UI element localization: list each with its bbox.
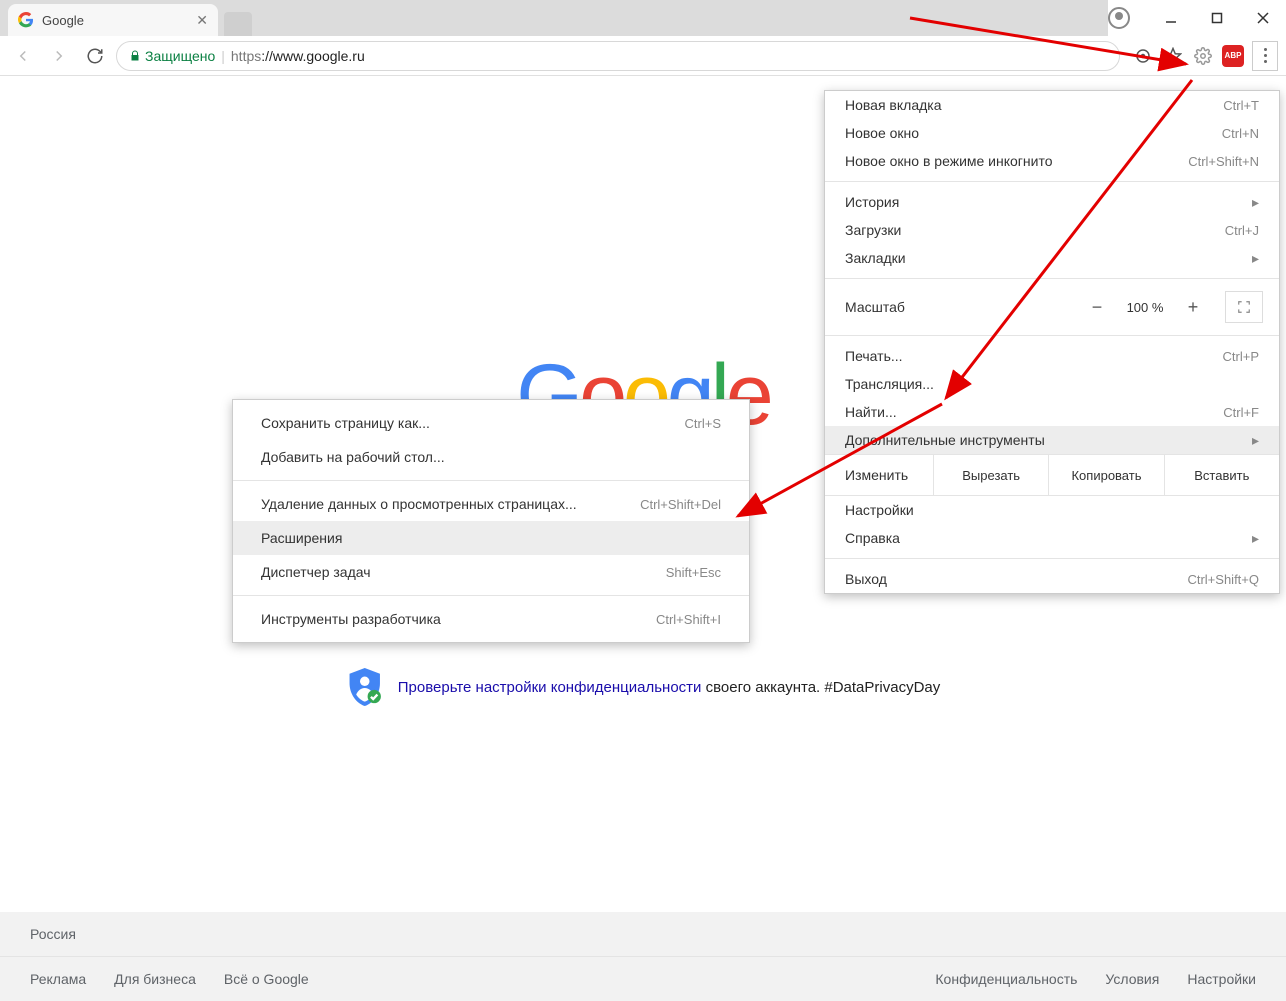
menu-item-new-tab[interactable]: Новая вкладкаCtrl+T — [825, 91, 1279, 119]
window-maximize-button[interactable] — [1194, 3, 1240, 33]
browser-toolbar: Защищено | https://www.google.ru ABP — [0, 36, 1286, 76]
lock-icon — [129, 50, 141, 62]
menu-item-exit[interactable]: ВыходCtrl+Shift+Q — [825, 565, 1279, 593]
address-bar[interactable]: Защищено | https://www.google.ru — [116, 41, 1120, 71]
footer-link-business[interactable]: Для бизнеса — [114, 971, 196, 987]
footer-link-about[interactable]: Всё о Google — [224, 971, 309, 987]
submenu-item-dev-tools[interactable]: Инструменты разработчикаCtrl+Shift+I — [233, 602, 749, 636]
profile-avatar-icon[interactable] — [1108, 7, 1130, 29]
location-target-icon[interactable] — [1132, 45, 1154, 67]
menu-item-new-window[interactable]: Новое окноCtrl+N — [825, 119, 1279, 147]
footer-link-ads[interactable]: Реклама — [30, 971, 86, 987]
url-separator: | — [221, 48, 225, 64]
edit-copy-button[interactable]: Копировать — [1048, 455, 1163, 495]
google-favicon-icon — [18, 12, 34, 28]
forward-button[interactable] — [44, 41, 74, 71]
submenu-item-task-manager[interactable]: Диспетчер задачShift+Esc — [233, 555, 749, 589]
privacy-promo: Проверьте настройки конфиденциальности с… — [346, 666, 941, 708]
fullscreen-button[interactable] — [1225, 291, 1263, 323]
menu-edit-row: Изменить Вырезать Копировать Вставить — [825, 454, 1279, 496]
menu-item-bookmarks[interactable]: Закладки▸ — [825, 244, 1279, 272]
zoom-in-button[interactable]: + — [1173, 289, 1213, 325]
menu-item-cast[interactable]: Трансляция... — [825, 370, 1279, 398]
chrome-main-menu: Новая вкладкаCtrl+T Новое окноCtrl+N Нов… — [824, 90, 1280, 594]
menu-item-downloads[interactable]: ЗагрузкиCtrl+J — [825, 216, 1279, 244]
footer-link-terms[interactable]: Условия — [1105, 971, 1159, 987]
zoom-value: 100 % — [1117, 300, 1173, 315]
window-close-button[interactable] — [1240, 3, 1286, 33]
privacy-text: своего аккаунта. #DataPrivacyDay — [701, 679, 940, 696]
tab-strip: Google ✕ — [0, 0, 1286, 36]
window-titlebar — [1108, 0, 1286, 36]
window-minimize-button[interactable] — [1148, 3, 1194, 33]
footer-link-privacy[interactable]: Конфиденциальность — [935, 971, 1077, 987]
chrome-menu-button[interactable] — [1252, 41, 1278, 71]
menu-item-print[interactable]: Печать...Ctrl+P — [825, 342, 1279, 370]
menu-item-history[interactable]: История▸ — [825, 188, 1279, 216]
privacy-link[interactable]: Проверьте настройки конфиденциальности — [398, 679, 702, 696]
page-footer: Россия Реклама Для бизнеса Всё о Google … — [0, 912, 1286, 1001]
submenu-item-clear-data[interactable]: Удаление данных о просмотренных страница… — [233, 487, 749, 521]
menu-item-find[interactable]: Найти...Ctrl+F — [825, 398, 1279, 426]
menu-zoom-row: Масштаб − 100 % + — [825, 285, 1279, 329]
bookmark-star-icon[interactable] — [1162, 45, 1184, 67]
tab-title: Google — [42, 13, 188, 28]
menu-item-help[interactable]: Справка▸ — [825, 524, 1279, 552]
tab-close-icon[interactable]: ✕ — [196, 12, 208, 29]
menu-item-settings[interactable]: Настройки — [825, 496, 1279, 524]
menu-item-incognito[interactable]: Новое окно в режиме инкогнитоCtrl+Shift+… — [825, 147, 1279, 175]
submenu-item-add-desktop[interactable]: Добавить на рабочий стол... — [233, 440, 749, 474]
new-tab-button[interactable] — [224, 12, 252, 36]
url-text: https://www.google.ru — [231, 48, 365, 64]
submenu-item-save-as[interactable]: Сохранить страницу как...Ctrl+S — [233, 406, 749, 440]
zoom-out-button[interactable]: − — [1077, 289, 1117, 325]
footer-country: Россия — [30, 926, 76, 942]
edit-paste-button[interactable]: Вставить — [1164, 455, 1279, 495]
edit-cut-button[interactable]: Вырезать — [933, 455, 1048, 495]
menu-item-more-tools[interactable]: Дополнительные инструменты▸ — [825, 426, 1279, 454]
adblock-plus-icon[interactable]: ABP — [1222, 45, 1244, 67]
browser-tab[interactable]: Google ✕ — [8, 4, 218, 36]
footer-link-settings[interactable]: Настройки — [1187, 971, 1256, 987]
extension-gear-icon[interactable] — [1192, 45, 1214, 67]
submenu-item-extensions[interactable]: Расширения — [233, 521, 749, 555]
privacy-shield-icon — [346, 666, 384, 708]
back-button[interactable] — [8, 41, 38, 71]
reload-button[interactable] — [80, 41, 110, 71]
more-tools-submenu: Сохранить страницу как...Ctrl+S Добавить… — [232, 399, 750, 643]
secure-indicator: Защищено — [129, 48, 215, 64]
